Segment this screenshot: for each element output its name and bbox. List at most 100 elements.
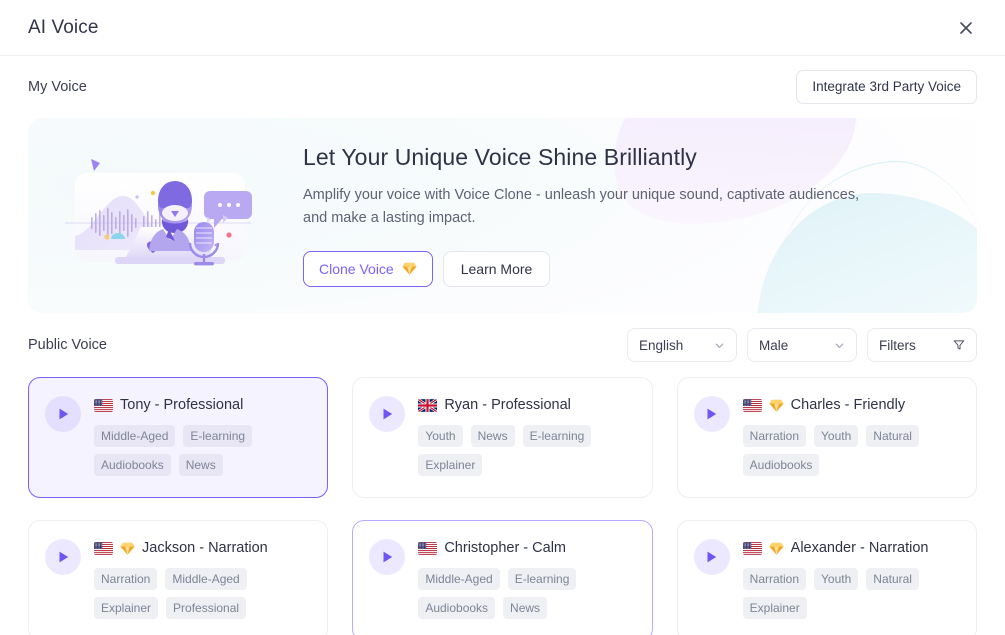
flag-us-icon: [742, 398, 762, 412]
voice-card-tags: Narration Youth Natural Explainer: [742, 568, 960, 620]
voice-card-name: Christopher - Calm: [444, 540, 566, 556]
voice-card[interactable]: Christopher - Calm Middle-Aged E-learning A…: [352, 520, 653, 635]
voice-tag: News: [503, 597, 548, 620]
play-icon: [707, 551, 717, 563]
hero-copy: Let Your Unique Voice Shine Brilliantly …: [303, 144, 977, 288]
language-select[interactable]: English: [627, 328, 737, 362]
voice-card-tags: Middle-Aged E-learning Audiobooks News: [94, 425, 311, 477]
page-title: AI Voice: [28, 16, 99, 38]
hero-subtitle: Amplify your voice with Voice Clone - un…: [303, 186, 860, 227]
voice-card-name-row: Christopher - Calm: [418, 537, 635, 559]
play-button[interactable]: [369, 539, 406, 575]
voice-tag: News: [178, 454, 223, 477]
my-voice-label: My Voice: [28, 79, 87, 95]
play-button[interactable]: [693, 539, 730, 575]
filters-button-label: Filters: [879, 337, 916, 353]
voice-tag: E-learning: [522, 425, 592, 448]
voice-tag: Explainer: [94, 597, 159, 620]
voice-card-name-row: Charles - Friendly: [742, 394, 960, 416]
voice-card-name: Charles - Friendly: [790, 397, 906, 413]
voice-card[interactable]: Tony - Professional Middle-Aged E-learning…: [28, 377, 329, 498]
voice-card[interactable]: Jackson - Narration Narration Middle-Aged E…: [28, 520, 329, 635]
voice-card-tags: Middle-Aged E-learning Audiobooks News: [418, 568, 635, 620]
voice-tag: Explainer: [418, 454, 483, 477]
voice-tag: Professional: [166, 597, 247, 620]
voice-card-name: Tony - Professional: [120, 397, 244, 413]
voice-tag: E-learning: [507, 568, 577, 591]
voice-card-body: Alexander - Narration Narration Youth Natur…: [742, 537, 960, 626]
voice-card-tags: Youth News E-learning Explainer: [418, 425, 635, 477]
public-voice-header: Public Voice English Male Filters: [28, 313, 977, 377]
flag-uk-icon: [418, 398, 438, 412]
play-button[interactable]: [693, 396, 730, 432]
voice-tag: Audiobooks: [94, 454, 171, 477]
voice-tag: Audiobooks: [742, 454, 820, 477]
voice-tag: Narration: [742, 568, 807, 591]
gender-select[interactable]: Male: [747, 328, 857, 362]
voice-clone-illustration-icon: [65, 158, 252, 265]
voice-card-body: Tony - Professional Middle-Aged E-learning…: [94, 394, 311, 483]
hero-actions: Clone Voice Learn More: [303, 250, 937, 288]
voice-card-name: Jackson - Narration: [142, 540, 268, 556]
voice-tag: Narration: [94, 568, 158, 591]
voice-card-grid: Tony - Professional Middle-Aged E-learning…: [28, 377, 977, 635]
voice-card-name-row: Alexander - Narration: [742, 537, 960, 559]
play-button[interactable]: [45, 396, 81, 432]
hero-title: Let Your Unique Voice Shine Brilliantly: [303, 143, 697, 170]
voice-card-name-row: Tony - Professional: [94, 394, 311, 416]
voice-tag: E-learning: [183, 425, 253, 448]
flag-us-icon: [94, 541, 113, 555]
close-icon: [960, 21, 972, 34]
filter-controls: English Male Filters: [627, 328, 977, 362]
language-select-value: English: [639, 337, 684, 353]
voice-tag: Audiobooks: [418, 597, 496, 620]
premium-gem-icon: [120, 542, 135, 555]
voice-card[interactable]: Charles - Friendly Narration Youth Natural A…: [676, 377, 977, 498]
flag-us-icon: [94, 398, 113, 412]
play-icon: [707, 408, 717, 420]
voice-tag: Narration: [742, 425, 807, 448]
voice-tag: Explainer: [742, 597, 807, 620]
gender-select-value: Male: [759, 337, 789, 353]
voice-card-tags: Narration Youth Natural Audiobooks: [742, 425, 960, 477]
flag-us-icon: [418, 541, 438, 555]
clone-voice-button[interactable]: Clone Voice: [303, 250, 433, 288]
learn-more-button[interactable]: Learn More: [442, 250, 551, 288]
chevron-down-icon: [835, 343, 844, 348]
clone-voice-label: Clone Voice: [319, 260, 394, 277]
voice-clone-banner: Let Your Unique Voice Shine Brilliantly …: [28, 118, 977, 313]
chevron-down-icon: [715, 343, 724, 348]
voice-tag: Youth: [814, 568, 859, 591]
flag-us-icon: [742, 541, 762, 555]
window-titlebar: AI Voice: [0, 0, 1005, 56]
gem-icon: [402, 263, 417, 276]
my-voice-header: My Voice Integrate 3rd Party Voice: [28, 56, 977, 118]
hero-illustration-area: [28, 118, 303, 313]
play-icon: [383, 408, 393, 420]
voice-tag: Natural: [866, 568, 919, 591]
voice-card[interactable]: Ryan - Professional Youth News E-learning Ex…: [352, 377, 653, 498]
voice-tag: Middle-Aged: [94, 425, 176, 448]
play-icon: [59, 408, 68, 420]
voice-card-name-row: Jackson - Narration: [94, 537, 311, 559]
premium-gem-icon: [769, 542, 784, 555]
filter-icon: [953, 340, 965, 350]
voice-tag: Youth: [814, 425, 859, 448]
voice-card[interactable]: Alexander - Narration Narration Youth Natur…: [676, 520, 977, 635]
voice-card-name: Ryan - Professional: [444, 397, 571, 413]
voice-tag: Middle-Aged: [165, 568, 247, 591]
play-button[interactable]: [369, 396, 406, 432]
play-icon: [383, 551, 393, 563]
voice-tag: Middle-Aged: [418, 568, 500, 591]
voice-card-name: Alexander - Narration: [790, 540, 929, 556]
voice-card-name-row: Ryan - Professional: [418, 394, 635, 416]
close-button[interactable]: [951, 13, 981, 43]
voice-card-tags: Narration Middle-Aged Explainer Professiona…: [94, 568, 311, 620]
filters-button[interactable]: Filters: [867, 328, 977, 362]
voice-card-body: Christopher - Calm Middle-Aged E-learning A…: [418, 537, 635, 626]
integrate-3rd-party-voice-button[interactable]: Integrate 3rd Party Voice: [796, 69, 977, 105]
public-voice-label: Public Voice: [28, 337, 107, 353]
voice-card-body: Ryan - Professional Youth News E-learning Ex…: [418, 394, 635, 483]
play-button[interactable]: [45, 539, 81, 575]
voice-tag: Youth: [418, 425, 463, 448]
